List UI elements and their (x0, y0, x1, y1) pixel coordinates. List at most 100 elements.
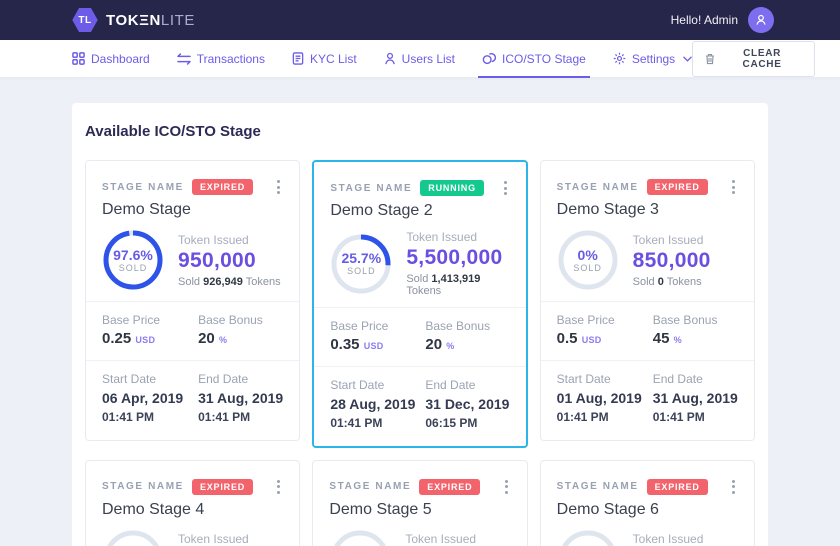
card-menu-button[interactable] (729, 477, 738, 497)
clear-cache-button[interactable]: CLEAR CACHE (692, 41, 815, 77)
base-bonus-label: Base Bonus (198, 313, 283, 327)
brand-logo[interactable]: TL TOKΞNLITE (72, 7, 195, 33)
bonus-unit: % (674, 335, 682, 345)
sold-percent: 0% (578, 247, 598, 263)
sold-amount: 1,413,919 (431, 273, 480, 285)
end-date-label: End Date (653, 372, 738, 386)
nav-item-label: ICO/STO Stage (502, 52, 586, 66)
user-avatar[interactable] (748, 7, 774, 33)
grid-icon (72, 52, 85, 65)
stage-card[interactable]: STAGE NAME EXPIRED Demo Stage 3 0% SOLD … (540, 160, 755, 441)
base-bonus-value: 45 % (653, 330, 738, 347)
card-menu-button[interactable] (274, 477, 283, 497)
sold-percent: 97.6% (113, 247, 153, 263)
sold-progress-ring: 0% SOLD (329, 529, 391, 546)
card-menu-button[interactable] (729, 177, 738, 197)
list-icon (292, 52, 304, 65)
base-bonus-value: 20 % (198, 330, 283, 347)
start-date-value: 01 Aug, 2019 01:41 PM (557, 389, 647, 426)
stage-card[interactable]: STAGE NAME EXPIRED Demo Stage 5 0% SOLD … (312, 460, 527, 546)
nav-item-dashboard[interactable]: Dashboard (72, 40, 150, 77)
stage-title: Demo Stage 2 (330, 202, 509, 220)
token-issued-label: Token Issued (633, 532, 711, 546)
start-time-value: 01:41 PM (330, 416, 382, 430)
app-header: TL TOKΞNLITE Hello! Admin (0, 0, 840, 40)
price-unit: USD (364, 341, 384, 351)
tokens-word: Tokens (667, 276, 702, 288)
start-time-value: 01:41 PM (102, 410, 154, 424)
nav-item-label: Settings (632, 52, 675, 66)
token-issued-label: Token Issued (178, 233, 281, 247)
user-icon (754, 13, 768, 27)
token-issued-amount: 950,000 (178, 249, 281, 273)
bonus-unit: % (219, 335, 227, 345)
token-issued-label: Token Issued (406, 230, 509, 244)
nav-item-transactions[interactable]: Transactions (177, 40, 265, 77)
sold-amount: 926,949 (203, 276, 243, 288)
sold-tokens-line: Sold 0 Tokens (633, 276, 711, 288)
sold-progress-ring: 0% SOLD (557, 229, 619, 291)
swap-icon (177, 53, 191, 65)
nav-item-label: Dashboard (91, 52, 150, 66)
stage-title: Demo Stage 5 (329, 501, 510, 519)
end-date-value: 31 Aug, 2019 01:41 PM (653, 389, 738, 426)
start-time-value: 01:41 PM (557, 410, 609, 424)
sold-percent: 25.7% (341, 250, 381, 266)
greeting-text: Hello! Admin (671, 13, 738, 27)
sold-word: Sold (633, 276, 655, 288)
sold-caption: SOLD (347, 266, 376, 276)
brand-wordmark-light: LITE (161, 12, 195, 29)
stage-title: Demo Stage (102, 201, 283, 219)
page-content: Available ICO/STO Stage STAGE NAME EXPIR… (0, 78, 840, 546)
stage-name-label: STAGE NAME (330, 183, 412, 194)
token-issued-label: Token Issued (405, 532, 483, 546)
base-price-label: Base Price (557, 313, 647, 327)
end-time-value: 06:15 PM (425, 416, 477, 430)
end-time-value: 01:41 PM (653, 410, 705, 424)
nav-item-settings[interactable]: Settings (613, 40, 692, 77)
stage-card[interactable]: STAGE NAME EXPIRED Demo Stage 4 0% SOLD … (85, 460, 300, 546)
sold-caption: SOLD (573, 263, 602, 273)
nav-item-ico-sto-stage[interactable]: ICO/STO Stage (482, 40, 586, 77)
stage-status-badge: EXPIRED (647, 479, 708, 495)
price-unit: USD (582, 335, 602, 345)
stage-name-label: STAGE NAME (102, 182, 184, 193)
start-date-label: Start Date (102, 372, 192, 386)
token-issued-amount: 850,000 (633, 249, 711, 273)
price-unit: USD (135, 335, 155, 345)
start-date-label: Start Date (330, 378, 419, 392)
sold-caption: SOLD (119, 263, 148, 273)
end-date-value: 31 Dec, 2019 06:15 PM (425, 395, 509, 432)
start-date-label: Start Date (557, 372, 647, 386)
sold-amount: 0 (658, 276, 664, 288)
sold-tokens-line: Sold 926,949 Tokens (178, 276, 281, 288)
sold-progress-ring: 97.6% SOLD (102, 229, 164, 291)
stage-status-badge: EXPIRED (419, 479, 480, 495)
tokens-word: Tokens (406, 285, 441, 297)
stage-card[interactable]: STAGE NAME EXPIRED Demo Stage 97.6% SOLD… (85, 160, 300, 441)
stage-card[interactable]: STAGE NAME RUNNING Demo Stage 2 25.7% SO… (312, 160, 527, 448)
stage-status-badge: RUNNING (420, 180, 484, 196)
chevron-down-icon (683, 56, 692, 62)
sold-progress-ring: 0% SOLD (102, 529, 164, 546)
card-menu-button[interactable] (274, 177, 283, 197)
sold-progress-ring: 0% SOLD (557, 529, 619, 546)
card-menu-button[interactable] (501, 178, 510, 198)
start-date-value: 06 Apr, 2019 01:41 PM (102, 389, 192, 426)
trash-icon (705, 53, 715, 65)
end-date-value: 31 Aug, 2019 01:41 PM (198, 389, 283, 426)
base-bonus-value: 20 % (425, 336, 509, 353)
stage-name-label: STAGE NAME (102, 481, 184, 492)
brand-logo-icon: TL (72, 7, 98, 33)
stage-card[interactable]: STAGE NAME EXPIRED Demo Stage 6 0% SOLD … (540, 460, 755, 546)
base-bonus-label: Base Bonus (425, 319, 509, 333)
nav-item-kyc-list[interactable]: KYC List (292, 40, 357, 77)
card-menu-button[interactable] (502, 477, 511, 497)
gear-icon (613, 52, 626, 65)
stage-status-badge: EXPIRED (192, 479, 253, 495)
nav-list: Dashboard Transactions KYC List Users List I… (72, 40, 692, 77)
sold-progress-ring: 25.7% SOLD (330, 233, 392, 295)
base-bonus-label: Base Bonus (653, 313, 738, 327)
main-nav: Dashboard Transactions KYC List Users List I… (0, 40, 840, 78)
nav-item-users-list[interactable]: Users List (384, 40, 455, 77)
